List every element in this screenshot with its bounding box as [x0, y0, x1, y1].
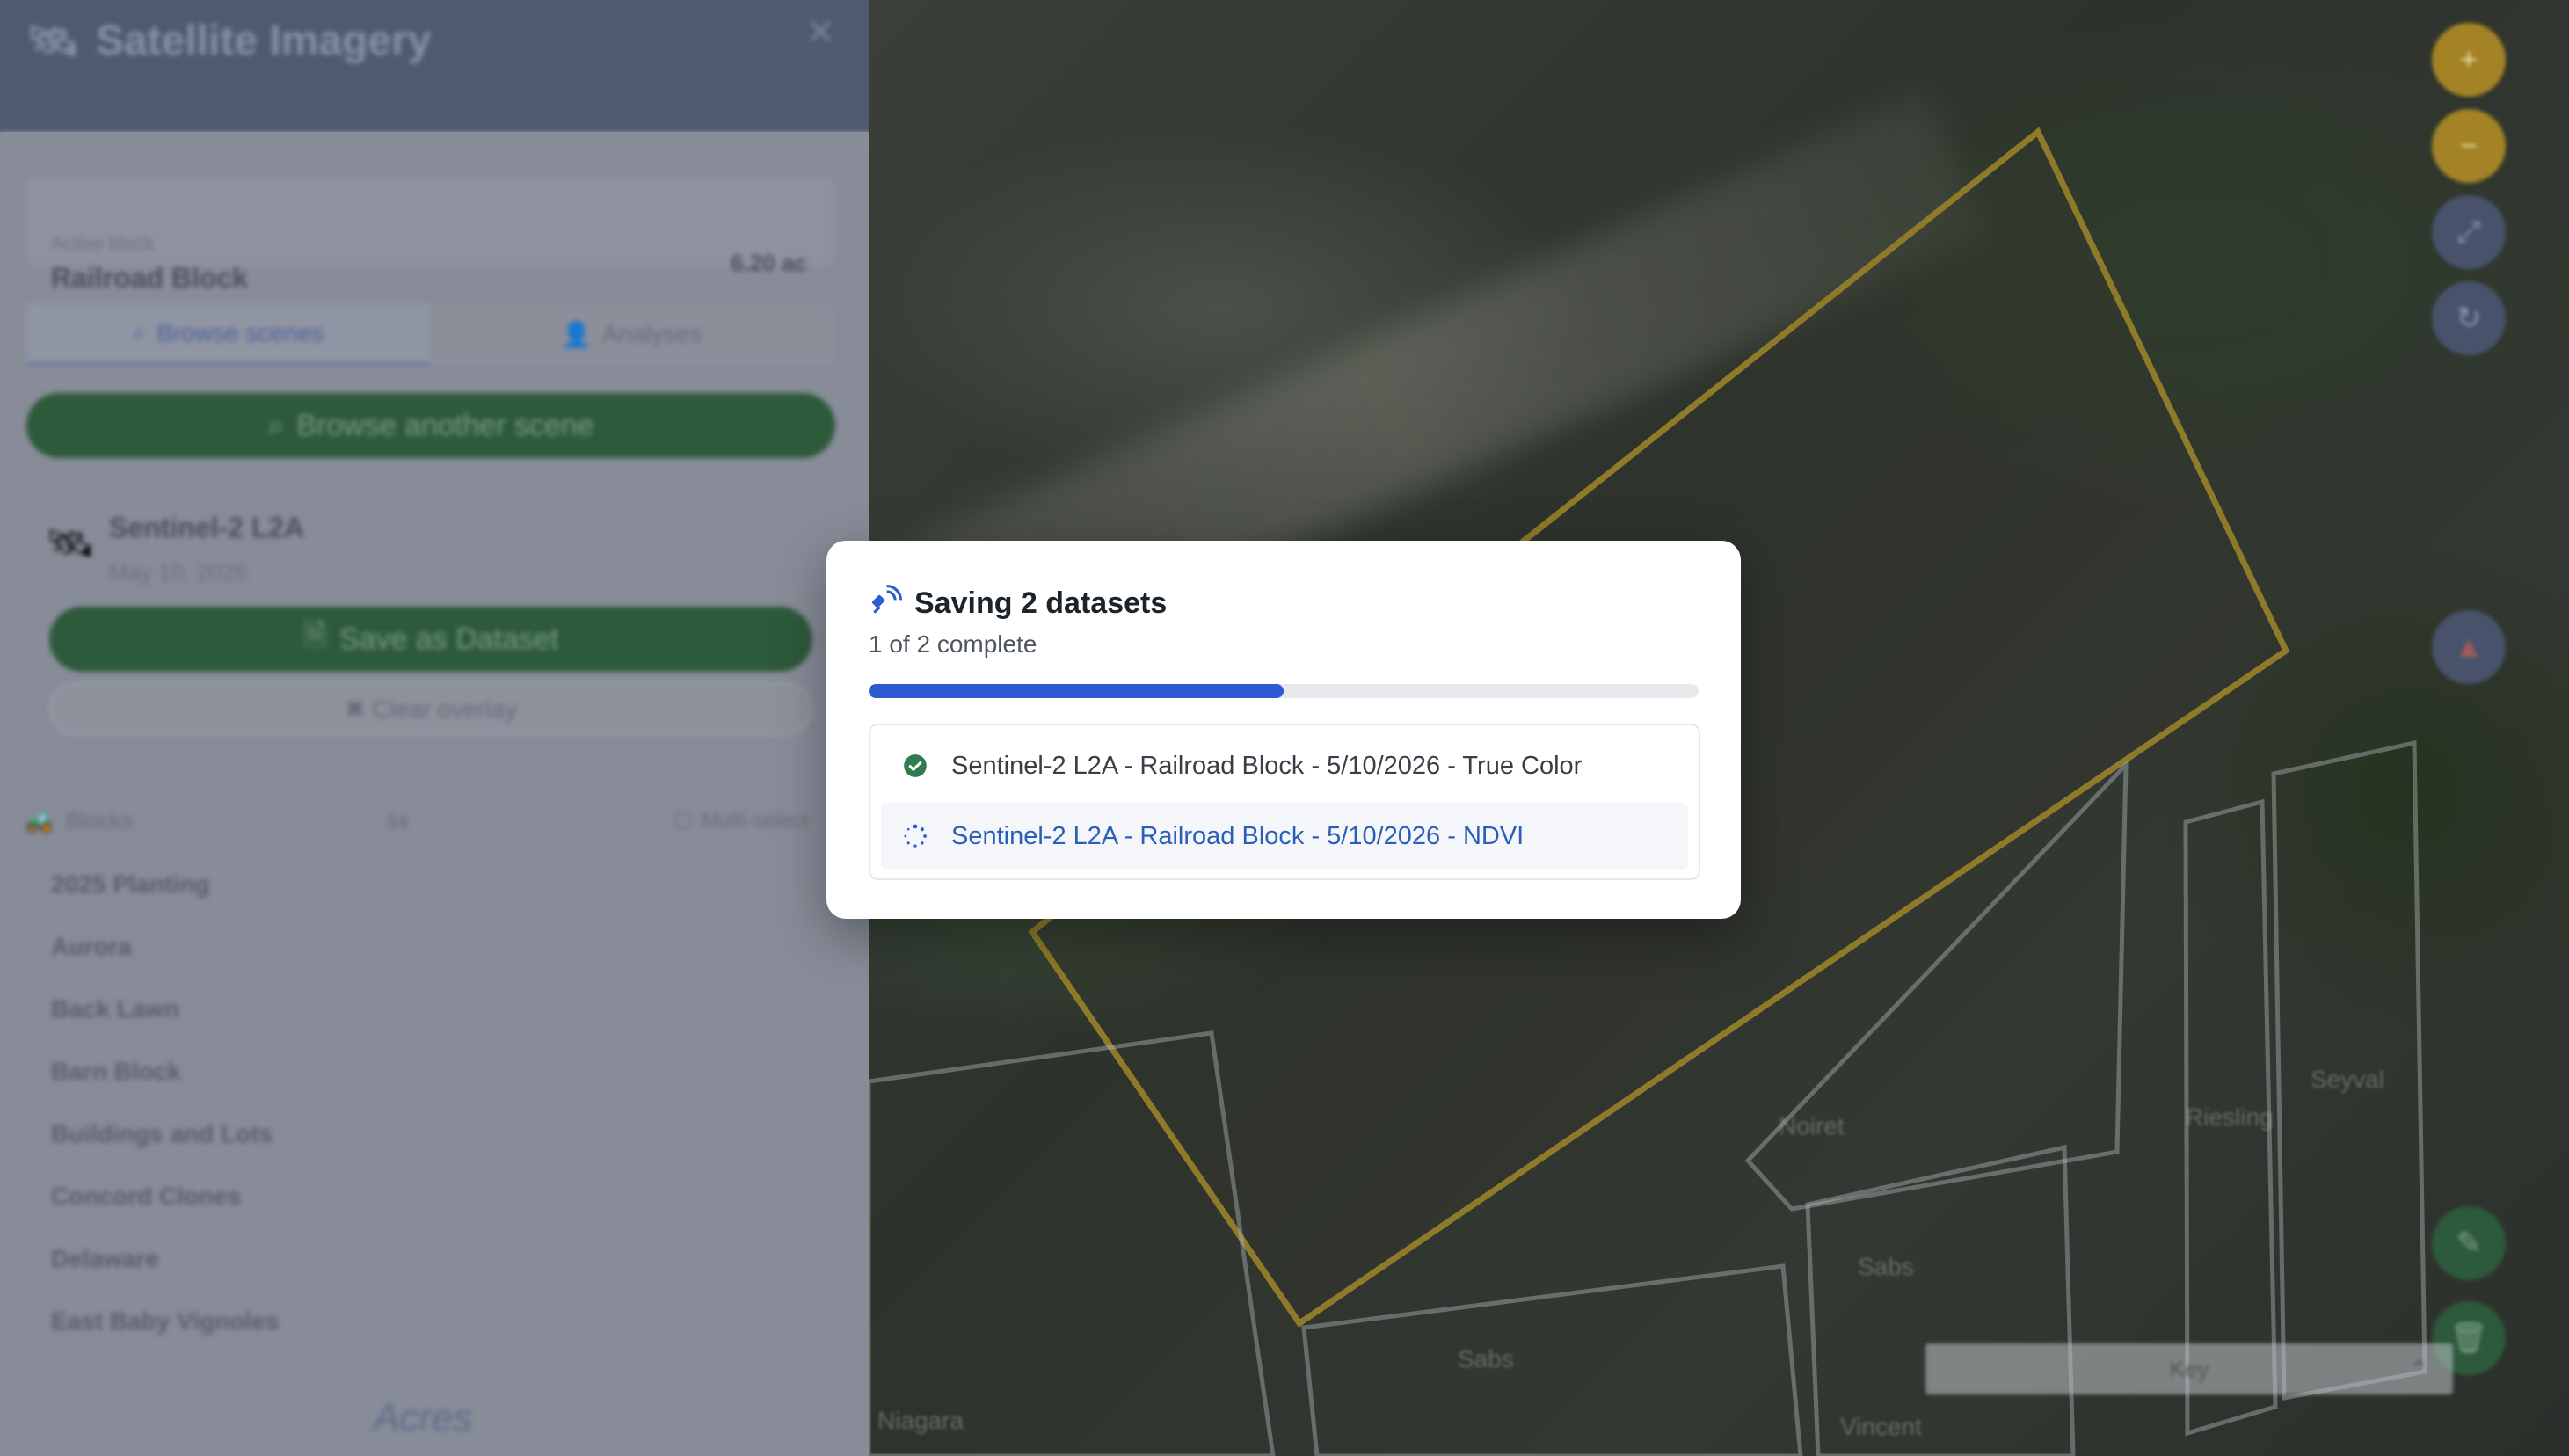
- map-label: Niagara: [877, 1407, 964, 1434]
- dataset-list: Sentinel-2 L2A - Railroad Block - 5/10/2…: [869, 724, 1700, 880]
- compass-button[interactable]: ▲: [2432, 610, 2506, 684]
- block-list-item[interactable]: Delaware: [51, 1245, 159, 1273]
- compass-icon: ▲: [2454, 630, 2484, 664]
- person-icon: 👤: [561, 320, 593, 348]
- block-outline-sabs: [1301, 1263, 1803, 1456]
- save-button-label: Save as Dataset: [338, 622, 559, 656]
- map-label: Sabs: [1858, 1253, 1914, 1280]
- chevron-up-icon: ⌃: [2409, 1355, 2428, 1382]
- blocks-header-label: Blocks: [65, 807, 133, 834]
- dataset-item-label: Sentinel-2 L2A - Railroad Block - 5/10/2…: [951, 751, 1583, 780]
- sidebar-title: 🛰 Satellite Imagery: [26, 16, 431, 66]
- zoom-out-button[interactable]: −: [2432, 109, 2506, 183]
- save-icon: 🗎: [302, 618, 327, 652]
- tab-label: Browse scenes: [156, 318, 324, 346]
- satellite-icon: [869, 585, 902, 622]
- scene-name: Sentinel-2 L2A: [109, 512, 305, 543]
- clear-overlay-button[interactable]: ✖ Clear overlay: [49, 682, 812, 735]
- progress-bar: [869, 684, 1699, 698]
- pencil-icon: ✎: [2456, 1227, 2482, 1260]
- block-list-item[interactable]: Buildings and Lots: [51, 1120, 273, 1148]
- active-block-area: 6.20 ac: [731, 250, 807, 276]
- sidebar-panel: 🛰 Satellite Imagery ✕ Active block Railr…: [0, 0, 869, 1456]
- tab-analyses[interactable]: 👤 Analyses: [430, 303, 833, 365]
- map-label: Seyval: [2311, 1066, 2385, 1093]
- plus-icon: +: [2460, 42, 2478, 76]
- trash-icon: 🗑: [2449, 1321, 2488, 1355]
- clear-button-label: ✖ Clear overlay: [344, 695, 518, 723]
- map-label: Vincent: [1840, 1413, 1922, 1440]
- fullscreen-button[interactable]: ⤢: [2432, 195, 2506, 269]
- multi-select-toggle[interactable]: ☐ Multi-select: [673, 809, 808, 834]
- modal-header: Saving 2 datasets: [869, 585, 1167, 622]
- dataset-item: Sentinel-2 L2A - Railroad Block - 5/10/2…: [881, 803, 1688, 870]
- minus-icon: −: [2460, 128, 2478, 163]
- map-label: Noiret: [1779, 1112, 1845, 1139]
- map-key-label: Key: [2169, 1355, 2209, 1382]
- active-block-label: Active block: [51, 232, 155, 254]
- close-icon[interactable]: ✕: [805, 12, 835, 53]
- check-circle-icon: [902, 753, 928, 779]
- satellite-icon: 🛰: [26, 18, 80, 65]
- map-key-toggle[interactable]: Key ⌃: [1925, 1343, 2453, 1394]
- blocks-header: 🚜 Blocks: [25, 807, 133, 834]
- search-icon: ⌕: [267, 408, 285, 442]
- multi-select-label: Multi-select: [701, 809, 808, 833]
- block-list-item[interactable]: Back Lawn: [51, 995, 179, 1023]
- active-block-card: Active block Railroad Block 6.20 ac: [26, 178, 833, 294]
- search-icon: ⌕: [132, 318, 147, 346]
- tractor-icon: 🚜: [25, 807, 54, 834]
- browse-another-scene-button[interactable]: ⌕ Browse another scene: [26, 393, 835, 458]
- map-label: Riesling: [2186, 1103, 2274, 1131]
- modal-title: Saving 2 datasets: [914, 586, 1168, 620]
- refresh-icon: ↻: [2456, 302, 2482, 335]
- block-list-item[interactable]: Barn Block: [51, 1058, 181, 1086]
- dataset-item-label: Sentinel-2 L2A - Railroad Block - 5/10/2…: [951, 821, 1525, 850]
- zoom-in-button[interactable]: +: [2432, 23, 2506, 97]
- modal-progress-text: 1 of 2 complete: [869, 630, 1037, 658]
- blocks-count: 34: [385, 811, 409, 834]
- satellite-icon: 🛰: [46, 522, 95, 565]
- sidebar-header: 🛰 Satellite Imagery ✕: [0, 0, 869, 132]
- sidebar-title-text: Satellite Imagery: [95, 18, 432, 64]
- fullscreen-icon: ⤢: [2456, 215, 2481, 249]
- tab-browse-scenes[interactable]: ⌕ Browse scenes: [26, 303, 430, 365]
- browse-button-label: Browse another scene: [296, 408, 594, 442]
- active-block-name: Railroad Block: [51, 262, 249, 294]
- block-list-item[interactable]: 2025 Planting: [51, 870, 210, 899]
- tab-label: Analyses: [602, 320, 702, 347]
- progress-bar-fill: [869, 684, 1284, 698]
- scene-date: May 10, 2026: [109, 559, 248, 586]
- spinner-icon: [902, 823, 928, 849]
- save-as-dataset-button[interactable]: 🗎 Save as Dataset: [49, 607, 812, 672]
- dataset-item: Sentinel-2 L2A - Railroad Block - 5/10/2…: [881, 732, 1688, 799]
- sidebar-tabs: ⌕ Browse scenes 👤 Analyses: [26, 303, 833, 365]
- saving-datasets-modal: Saving 2 datasets 1 of 2 complete Sentin…: [826, 541, 1741, 919]
- checkbox-icon: ☐: [673, 810, 693, 834]
- block-list-item[interactable]: Aurora: [51, 933, 132, 961]
- acres-logo: Acres: [374, 1396, 473, 1439]
- block-list-item[interactable]: East Baby Vignoles: [51, 1307, 279, 1336]
- edit-button[interactable]: ✎: [2432, 1206, 2506, 1280]
- block-outline-vincent: [1805, 1144, 2076, 1456]
- map-label: Sabs: [1458, 1345, 1514, 1372]
- refresh-button[interactable]: ↻: [2432, 281, 2506, 355]
- block-list-item[interactable]: Concord Clones: [51, 1183, 241, 1211]
